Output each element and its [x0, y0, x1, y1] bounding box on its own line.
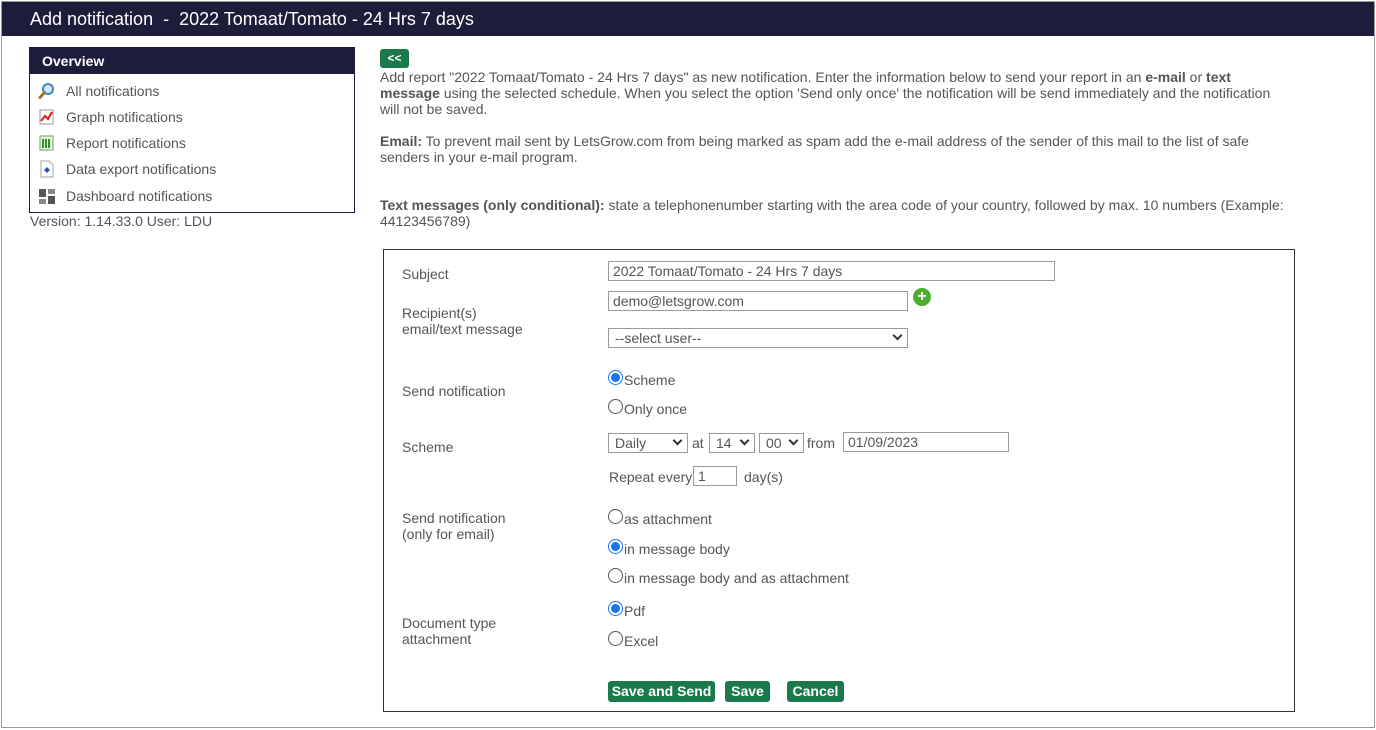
data-export-icon	[38, 160, 56, 178]
dashboard-icon	[38, 187, 56, 205]
graph-icon	[38, 108, 56, 126]
radio-button[interactable]	[608, 568, 623, 583]
radio-button[interactable]	[608, 509, 623, 524]
at-label: at	[692, 435, 704, 451]
from-date-input[interactable]	[843, 432, 1009, 452]
save-button[interactable]: Save	[725, 681, 770, 702]
hour-value: 14	[716, 435, 732, 451]
radio-scheme[interactable]: Scheme	[608, 370, 675, 388]
overview-header: Overview	[30, 48, 354, 74]
repeat-input[interactable]	[693, 466, 737, 486]
report-icon	[38, 134, 56, 152]
select-user-dropdown[interactable]: --select user--	[608, 328, 908, 348]
frequency-value: Daily	[615, 435, 647, 451]
page-title: Add notification - 2022 Tomaat/Tomato - …	[2, 2, 1374, 36]
radio-excel[interactable]: Excel	[608, 631, 658, 649]
recipients-label-1: Recipient(s)	[402, 305, 477, 321]
subject-label: Subject	[402, 266, 449, 282]
subject-input[interactable]	[608, 261, 1055, 281]
recipients-label-2: email/text message	[402, 321, 523, 337]
radio-pdf[interactable]: Pdf	[608, 601, 645, 619]
recipient-input[interactable]	[608, 291, 908, 311]
sidebar-item-data-export-notifications[interactable]: Data export notifications	[38, 158, 216, 180]
sidebar-item-dashboard-notifications[interactable]: Dashboard notifications	[38, 185, 212, 207]
radio-in-message-body[interactable]: in message body	[608, 539, 730, 557]
sidebar-item-label: All notifications	[66, 83, 160, 99]
sidebar-item-report-notifications[interactable]: Report notifications	[38, 132, 186, 154]
repeat-unit-label: day(s)	[744, 469, 783, 485]
doctype-label-2: attachment	[402, 631, 472, 647]
version-text: Version: 1.14.33.0 User: LDU	[30, 213, 213, 229]
chevron-down-icon	[672, 435, 683, 446]
select-user-value: --select user--	[615, 330, 702, 346]
format-label-2: (only for email)	[402, 526, 495, 542]
sidebar-item-label: Dashboard notifications	[66, 188, 213, 204]
sidebar-item-label: Graph notifications	[66, 109, 183, 125]
intro-paragraph: Add report "2022 Tomaat/Tomato - 24 Hrs …	[380, 69, 1271, 117]
radio-button-selected[interactable]	[608, 539, 623, 554]
back-button[interactable]: <<	[380, 49, 409, 68]
format-label-1: Send notification	[402, 510, 506, 526]
overview-panel: Overview All notifications Graph notific…	[29, 47, 355, 213]
chevron-down-icon	[892, 330, 903, 341]
radio-body-and-attachment[interactable]: in message body and as attachment	[608, 568, 849, 586]
sidebar-item-label: Data export notifications	[66, 161, 217, 177]
hour-dropdown[interactable]: 14	[709, 433, 755, 453]
from-label: from	[807, 435, 835, 451]
doctype-label-1: Document type	[402, 615, 497, 631]
radio-button[interactable]	[608, 399, 623, 414]
notification-form	[383, 249, 1295, 712]
scheme-label: Scheme	[402, 439, 454, 455]
email-note: Email: To prevent mail sent by LetsGrow.…	[380, 133, 1249, 165]
radio-button-selected[interactable]	[608, 601, 623, 616]
repeat-label: Repeat every	[609, 469, 693, 485]
magnifier-icon	[38, 82, 56, 100]
save-and-send-button[interactable]: Save and Send	[608, 681, 715, 702]
chevron-down-icon	[739, 435, 750, 446]
radio-as-attachment[interactable]: as attachment	[608, 509, 712, 527]
radio-only-once[interactable]: Only once	[608, 399, 687, 417]
minute-value: 00	[766, 435, 782, 451]
sidebar-item-label: Report notifications	[66, 135, 186, 151]
radio-button[interactable]	[608, 631, 623, 646]
minute-dropdown[interactable]: 00	[759, 433, 804, 453]
send-notification-label: Send notification	[402, 383, 506, 399]
sidebar-item-all-notifications[interactable]: All notifications	[38, 80, 159, 102]
cancel-button[interactable]: Cancel	[787, 681, 844, 702]
frequency-dropdown[interactable]: Daily	[608, 433, 688, 453]
add-recipient-icon[interactable]: +	[913, 288, 931, 306]
radio-button-selected[interactable]	[608, 370, 623, 385]
sidebar-item-graph-notifications[interactable]: Graph notifications	[38, 106, 183, 128]
sms-note: Text messages (only conditional): state …	[380, 197, 1284, 229]
chevron-down-icon	[788, 435, 799, 446]
